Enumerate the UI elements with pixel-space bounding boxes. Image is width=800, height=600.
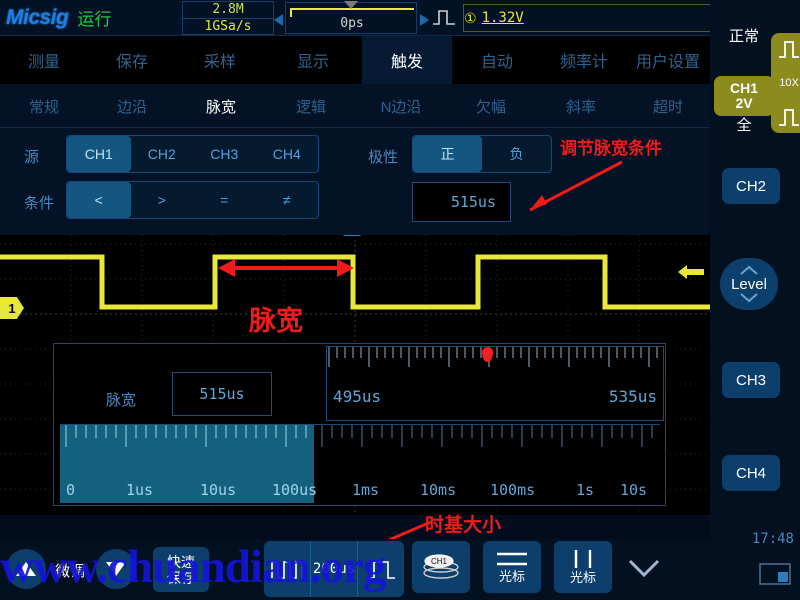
brand-logo: Micsig [6, 5, 69, 29]
pulse-icon [779, 109, 799, 126]
memory-sample-block[interactable]: 2.8M 1GSa/s [182, 1, 274, 35]
tab-trigger[interactable]: 触发 [362, 36, 452, 84]
log-label-1us[interactable]: 1us [126, 481, 153, 499]
subtab-logic[interactable]: 逻辑 [266, 84, 356, 128]
tab-display[interactable]: 显示 [264, 36, 362, 84]
tab-acquire[interactable]: 采样 [176, 36, 264, 84]
polarity-label: 极性 [368, 149, 399, 166]
pulse-width-arrow-icon [218, 259, 354, 277]
log-label-10s[interactable]: 10s [620, 481, 647, 499]
sidebar-channel-4-button[interactable]: CH4 [722, 455, 780, 491]
fine-scale-min-label: 495us [333, 387, 382, 406]
coupling-label[interactable]: 全 [710, 114, 778, 135]
source-option-ch2[interactable]: CH2 [131, 136, 194, 172]
trigger-settings-panel: 源 CH1 CH2 CH3 CH4 条件 < > = ≠ 极性 正 负 515u… [0, 128, 710, 235]
condition-option-greater[interactable]: > [131, 182, 194, 218]
annotation-adjust-pulse-condition: 调节脉宽条件 [560, 139, 662, 158]
header-bar: Micsig 运行 2.8M 1GSa/s 0ps ① 1.32V [0, 0, 800, 36]
timebase-scroll-left-icon[interactable] [274, 14, 283, 26]
log-label-1s[interactable]: 1s [576, 481, 594, 499]
tab-measure[interactable]: 测量 [0, 36, 88, 84]
log-label-1ms[interactable]: 1ms [352, 481, 379, 499]
sidebar-ch1-scale: 2V [735, 95, 753, 111]
log-slider-labels: 0 1us 10us 100us 1ms 10ms 100ms 1s 10s [60, 477, 660, 499]
tab-frequency-counter[interactable]: 频率计 [542, 36, 626, 84]
subtab-general[interactable]: 常规 [0, 84, 88, 128]
watermark-text: www.chuandian.org [0, 541, 386, 593]
source-selector: CH1 CH2 CH3 CH4 [66, 135, 319, 173]
source-label: 源 [24, 149, 40, 166]
tab-user-settings[interactable]: 用户设置 [626, 36, 710, 84]
memory-depth-value: 2.8M [183, 2, 273, 19]
log-label-10us[interactable]: 10us [200, 481, 236, 499]
condition-option-equal[interactable]: = [193, 182, 256, 218]
subtab-nth-edge[interactable]: N边沿 [356, 84, 446, 128]
dialog-pulse-width-value[interactable]: 515us [172, 372, 272, 416]
pulse-icon [779, 41, 799, 58]
log-slider-ticks [65, 425, 653, 447]
annotation-arrow-to-pulse-field [529, 160, 623, 212]
tab-save[interactable]: 保存 [88, 36, 176, 84]
right-sidebar: 正常 10X CH1 2V 全 CH2 Level CH3 CH4 [710, 0, 800, 600]
sidebar-channel-1-button[interactable]: CH1 2V [714, 76, 774, 116]
probe-ratio-label: 10X [779, 77, 799, 89]
subtab-timeout[interactable]: 超时 [626, 84, 710, 128]
subtab-slope[interactable]: 斜率 [536, 84, 626, 128]
trigger-submenu-bar: 常规 边沿 脉宽 逻辑 N边沿 欠幅 斜率 超时 [0, 84, 710, 128]
subtab-runt[interactable]: 欠幅 [446, 84, 536, 128]
fine-adjust-scale[interactable]: 495us 535us [326, 346, 664, 421]
sidebar-channel-3-button[interactable]: CH3 [722, 362, 780, 398]
source-option-ch1[interactable]: CH1 [67, 136, 131, 172]
condition-option-less[interactable]: < [67, 182, 131, 218]
fine-scale-max-label: 535us [608, 387, 657, 406]
subtab-edge[interactable]: 边沿 [88, 84, 176, 128]
log-label-100us[interactable]: 100us [272, 481, 317, 499]
timebase-scroll-right-icon[interactable] [420, 14, 429, 26]
trigger-level-value: 1.32V [481, 10, 524, 26]
main-menu-bar: 测量 保存 采样 显示 触发 自动 频率计 用户设置 [0, 36, 710, 84]
timebase-position-marker-icon [344, 1, 358, 9]
pulse-icon [433, 10, 455, 25]
trigger-mode-label[interactable]: 正常 [710, 25, 778, 46]
timebase-offset-block[interactable]: 0ps [285, 1, 417, 34]
source-option-ch3[interactable]: CH3 [193, 136, 256, 172]
tab-auto[interactable]: 自动 [452, 36, 542, 84]
source-option-ch4[interactable]: CH4 [256, 136, 319, 172]
level-label: Level [731, 275, 767, 293]
condition-selector: < > = ≠ [66, 181, 319, 219]
fine-scale-ticks [328, 347, 658, 367]
log-label-100ms[interactable]: 100ms [490, 481, 535, 499]
subtab-pulse-width[interactable]: 脉宽 [176, 84, 266, 128]
arrow-left-icon[interactable] [678, 263, 704, 281]
trigger-level-control[interactable]: Level [720, 258, 778, 310]
trigger-level-box[interactable]: ① 1.32V [463, 4, 713, 32]
sample-rate-value: 1GSa/s [204, 18, 252, 34]
condition-option-not-equal[interactable]: ≠ [256, 182, 319, 218]
polarity-option-positive[interactable]: 正 [413, 136, 482, 172]
condition-label: 条件 [24, 195, 55, 212]
dialog-pulse-width-label: 脉宽 [106, 392, 137, 409]
time-offset-value: 0ps [340, 16, 364, 31]
annotation-pulse-width: 脉宽 [249, 306, 303, 336]
sidebar-channel-2-button[interactable]: CH2 [722, 168, 780, 204]
pulse-width-value-field[interactable]: 515us [412, 182, 511, 222]
log-label-0[interactable]: 0 [66, 481, 75, 499]
log-range-slider[interactable]: 0 1us 10us 100us 1ms 10ms 100ms 1s 10s [60, 424, 660, 503]
sidebar-ch1-name: CH1 [729, 80, 758, 96]
log-label-10ms[interactable]: 10ms [420, 481, 456, 499]
annotation-timebase-size: 时基大小 [425, 515, 502, 536]
oscilloscope-screen: Micsig 运行 2.8M 1GSa/s 0ps ① 1.32V 测量 保存 … [0, 0, 800, 600]
trigger-channel-badge: ① [464, 9, 477, 26]
run-state-label[interactable]: 运行 [77, 5, 111, 30]
pulse-width-dialog: 脉宽 515us 495us 535us 0 1us 10us 100us 1m… [53, 343, 666, 506]
